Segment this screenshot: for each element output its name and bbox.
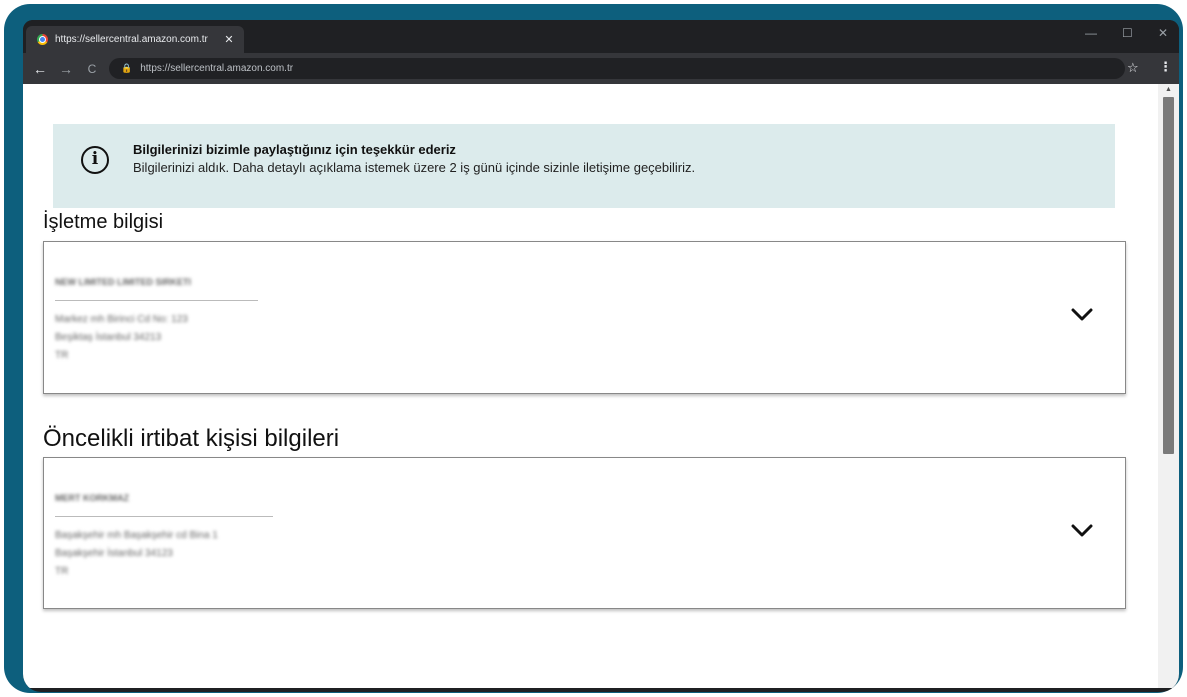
card-divider bbox=[55, 300, 258, 301]
screenshot-frame: https://sellercentral.amazon.com.tr ✕ — … bbox=[0, 0, 1187, 697]
info-icon: i bbox=[81, 146, 109, 174]
business-info-heading: İşletme bilgisi bbox=[43, 211, 164, 233]
window-border: https://sellercentral.amazon.com.tr ✕ — … bbox=[4, 4, 1183, 693]
contact-country: TR bbox=[55, 566, 69, 577]
forward-button[interactable]: → bbox=[53, 61, 79, 77]
tab-title: https://sellercentral.amazon.com.tr bbox=[55, 34, 208, 45]
browser-tab[interactable]: https://sellercentral.amazon.com.tr ✕ bbox=[26, 26, 244, 53]
contact-address-line2: Başakşehir İstanbul 34123 bbox=[55, 548, 173, 559]
browser-window: https://sellercentral.amazon.com.tr ✕ — … bbox=[23, 20, 1179, 692]
business-name: NEW LIMITED LIMITED SIRKETI bbox=[55, 277, 191, 287]
minimize-button[interactable]: — bbox=[1085, 26, 1097, 40]
business-address-line1: Markez mh Birinci Cd No: 123 bbox=[55, 314, 188, 325]
business-info-card[interactable]: NEW LIMITED LIMITED SIRKETI Markez mh Bi… bbox=[43, 241, 1126, 394]
page-viewport: i Bilgilerinizi bizimle paylaştığınız iç… bbox=[23, 84, 1158, 688]
lock-icon: 🔒 bbox=[121, 63, 133, 73]
chevron-down-icon[interactable] bbox=[1070, 308, 1094, 322]
info-alert: i Bilgilerinizi bizimle paylaştığınız iç… bbox=[53, 124, 1115, 208]
browser-menu-icon[interactable]: ⋮ bbox=[1159, 59, 1172, 75]
browser-toolbar: ← → C 🔒 https://sellercentral.amazon.com… bbox=[23, 53, 1179, 84]
maximize-button[interactable]: ☐ bbox=[1122, 26, 1133, 40]
url-text: https://sellercentral.amazon.com.tr bbox=[140, 63, 294, 74]
back-button[interactable]: ← bbox=[27, 61, 53, 77]
bookmark-star-icon[interactable]: ☆ bbox=[1127, 60, 1139, 76]
contact-address-line1: Başakşehir mh Başakşehir cd Bina 1 bbox=[55, 530, 218, 541]
tab-strip: https://sellercentral.amazon.com.tr ✕ — … bbox=[23, 20, 1179, 53]
scrollbar-thumb[interactable] bbox=[1163, 97, 1174, 454]
chrome-favicon-icon bbox=[37, 34, 48, 45]
business-country: TR bbox=[55, 350, 69, 361]
alert-title: Bilgilerinizi bizimle paylaştığınız için… bbox=[133, 142, 456, 157]
scroll-up-icon[interactable]: ▲ bbox=[1165, 86, 1172, 93]
tab-close-icon[interactable]: ✕ bbox=[222, 33, 236, 46]
close-window-button[interactable]: ✕ bbox=[1158, 26, 1168, 40]
chevron-down-icon[interactable] bbox=[1070, 524, 1094, 538]
vertical-scrollbar[interactable]: ▲ bbox=[1158, 84, 1179, 688]
alert-body: Bilgilerinizi aldık. Daha detaylı açıkla… bbox=[133, 160, 696, 175]
primary-contact-heading: Öncelikli irtibat kişisi bilgileri bbox=[43, 425, 340, 452]
business-address-line2: Beşiktaş İstanbul 34213 bbox=[55, 332, 162, 343]
card-divider bbox=[55, 516, 273, 517]
primary-contact-card[interactable]: MERT KORKMAZ Başakşehir mh Başakşehir cd… bbox=[43, 457, 1126, 609]
contact-name: MERT KORKMAZ bbox=[55, 493, 129, 503]
reload-button[interactable]: C bbox=[79, 62, 105, 76]
address-bar[interactable]: 🔒 https://sellercentral.amazon.com.tr bbox=[109, 58, 1125, 79]
